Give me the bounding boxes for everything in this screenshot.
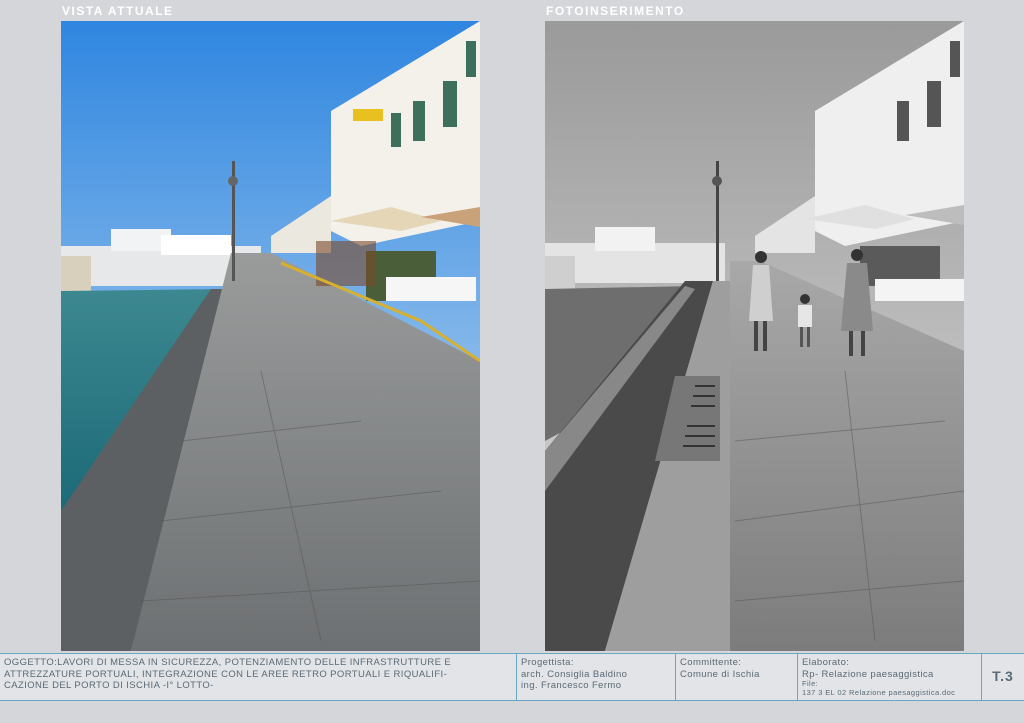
cell-oggetto: OGGETTO:LAVORI DI MESSA IN SICUREZZA, PO… (0, 654, 517, 700)
photo-vista-attuale (61, 21, 480, 651)
label-fotoinserimento: FOTOINSERIMENTO (546, 4, 685, 18)
photo-fotoinserimento (545, 21, 964, 651)
cell-elaborato: Elaborato: Rp- Relazione paesaggistica F… (798, 654, 982, 700)
cell-progettista: Progettista: arch. Consiglia Baldino ing… (517, 654, 676, 700)
progettista-label: Progettista: (521, 657, 574, 668)
cell-committente: Committente: Comune di Ischia (676, 654, 798, 700)
file-value: 137 3 EL 02 Relazione paesaggistica.doc (802, 687, 956, 697)
progettista-name-2: ing. Francesco Fermo (521, 680, 622, 691)
committente-value: Comune di Ischia (680, 668, 760, 680)
elaborato-label: Elaborato: (802, 657, 850, 668)
elaborato-value: Rp- Relazione paesaggistica (802, 668, 934, 680)
oggetto-line-2: ATTREZZATURE PORTUALI, INTEGRAZIONE CON … (4, 668, 448, 680)
oggetto-line-1: OGGETTO:LAVORI DI MESSA IN SICUREZZA, PO… (4, 657, 452, 668)
committente-label: Committente: (680, 657, 742, 668)
label-vista-attuale: VISTA ATTUALE (62, 4, 174, 18)
title-block: OGGETTO:LAVORI DI MESSA IN SICUREZZA, PO… (0, 653, 1024, 701)
progettista-name-1: arch. Consiglia Baldino (521, 668, 628, 680)
oggetto-line-3: CAZIONE DEL PORTO DI ISCHIA -I° LOTTO- (4, 680, 214, 691)
drawing-code: T.3 (992, 668, 1014, 685)
